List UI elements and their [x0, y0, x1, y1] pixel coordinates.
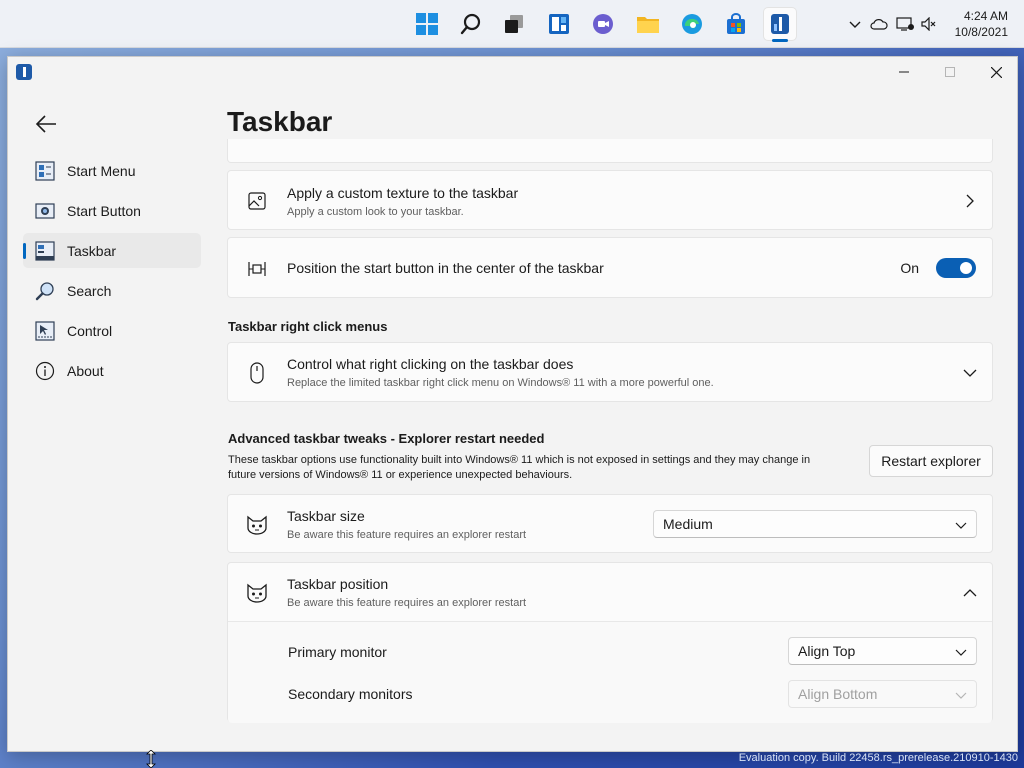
chevron-down-icon: [955, 522, 967, 529]
taskbar-size-title: Taskbar size: [287, 508, 365, 524]
network-icon[interactable]: [895, 14, 915, 34]
center-start-button-title: Position the start button in the center …: [287, 260, 604, 276]
close-icon: [990, 66, 1002, 78]
taskbar-position-title: Taskbar position: [287, 576, 389, 592]
active-app-indicator: [772, 39, 788, 42]
taskbar-icon: [35, 240, 55, 261]
right-click-section-header: Taskbar right click menus: [228, 319, 388, 334]
windows-logo-icon[interactable]: [411, 8, 443, 40]
search-icon[interactable]: [455, 8, 487, 40]
taskbar-position-subtitle: Be aware this feature requires an explor…: [287, 597, 527, 609]
maximize-icon: [945, 67, 955, 77]
cat-icon: [246, 514, 268, 536]
primary-monitor-value: Align Top: [798, 643, 856, 659]
back-arrow-icon: [35, 115, 56, 133]
restart-explorer-button[interactable]: Restart explorer: [869, 445, 993, 477]
title-bar[interactable]: [8, 57, 1017, 87]
texture-card-subtitle: Apply a custom look to your taskbar.: [287, 206, 464, 218]
clock[interactable]: 4:24 AM 10/8/2021: [955, 8, 1008, 40]
image-icon: [246, 190, 268, 212]
resize-cursor-icon: [146, 750, 156, 768]
advanced-section-header: Advanced taskbar tweaks - Explorer resta…: [228, 431, 545, 446]
start11-app-icon[interactable]: [764, 8, 796, 42]
minimize-button[interactable]: [881, 57, 927, 87]
taskbar-size-subtitle: Be aware this feature requires an explor…: [287, 529, 527, 541]
chevron-up-icon[interactable]: [845, 14, 865, 34]
nav-item-start-button[interactable]: Start Button: [23, 193, 201, 228]
taskbar-size-card: Taskbar size Be aware this feature requi…: [227, 494, 993, 553]
nav-item-about[interactable]: About: [23, 353, 201, 388]
maximize-button[interactable]: [927, 57, 973, 87]
taskbar-position-card: Taskbar position Be aware this feature r…: [227, 562, 993, 723]
right-click-card-subtitle: Replace the limited taskbar right click …: [287, 377, 714, 389]
search-icon: [35, 281, 55, 301]
nav-item-start-menu[interactable]: Start Menu: [23, 153, 201, 188]
primary-monitor-dropdown[interactable]: Align Top: [788, 637, 977, 665]
onedrive-cloud-icon[interactable]: [869, 14, 889, 34]
start11-settings-window: Start Menu Start Button Taskbar Search C…: [7, 56, 1018, 752]
cat-icon: [246, 582, 268, 604]
clock-time: 4:24 AM: [963, 9, 1008, 23]
info-icon: [35, 361, 55, 381]
nav-label-taskbar: Taskbar: [67, 242, 117, 259]
start11-app-icon: [16, 64, 32, 80]
evaluation-watermark: Evaluation copy. Build 22458.rs_prerelea…: [738, 752, 1018, 764]
taskbar-size-dropdown[interactable]: Medium: [653, 510, 977, 538]
edge-icon[interactable]: [676, 8, 708, 40]
store-icon[interactable]: [720, 8, 752, 40]
taskbar-position-header[interactable]: Taskbar position Be aware this feature r…: [228, 563, 992, 622]
texture-card[interactable]: Apply a custom texture to the taskbar Ap…: [227, 170, 993, 230]
taskbar-size-value: Medium: [663, 516, 713, 532]
page-title: Taskbar: [227, 106, 333, 137]
widgets-icon[interactable]: [543, 8, 575, 40]
chevron-right-icon: [962, 193, 978, 209]
taskbar: 4:24 AM 10/8/2021: [0, 0, 1024, 48]
secondary-monitors-dropdown[interactable]: Align Bottom: [788, 680, 977, 708]
chevron-up-icon: [962, 585, 978, 601]
folder-icon[interactable]: [632, 8, 664, 40]
texture-card-title: Apply a custom texture to the taskbar: [287, 185, 519, 201]
control-icon: [35, 320, 55, 341]
nav-label-control: Control: [67, 322, 113, 339]
task-view-icon[interactable]: [498, 8, 530, 40]
chevron-down-icon: [955, 692, 967, 699]
nav-item-search[interactable]: Search: [23, 273, 201, 308]
back-button[interactable]: [30, 112, 62, 136]
taskbar-position-expanded-panel: Primary monitor Align Top Secondary moni…: [228, 622, 992, 723]
sidebar-nav: Start Menu Start Button Taskbar Search C…: [23, 153, 201, 393]
clock-date: 10/8/2021: [954, 25, 1008, 39]
center-align-icon: [246, 258, 268, 280]
minimize-icon: [899, 71, 909, 73]
start-menu-icon: [35, 160, 55, 181]
right-click-card[interactable]: Control what right clicking on the taskb…: [227, 342, 993, 402]
secondary-monitors-label: Secondary monitors: [288, 686, 413, 702]
nav-label-start-menu: Start Menu: [67, 162, 136, 179]
mouse-icon: [246, 362, 268, 384]
teams-chat-icon[interactable]: [587, 8, 619, 40]
primary-monitor-label: Primary monitor: [288, 644, 387, 660]
toggle-state-label: On: [900, 260, 919, 276]
nav-label-about: About: [67, 362, 104, 379]
close-button[interactable]: [973, 57, 1017, 87]
center-start-button-toggle[interactable]: [936, 258, 976, 278]
right-click-card-title: Control what right clicking on the taskb…: [287, 356, 574, 372]
center-start-button-card: Position the start button in the center …: [227, 237, 993, 298]
nav-label-search: Search: [67, 282, 112, 299]
advanced-section-description: These taskbar options use functionality …: [228, 454, 811, 481]
settings-card-clipped: [227, 139, 993, 163]
nav-item-control[interactable]: Control: [23, 313, 201, 348]
chevron-down-icon: [955, 649, 967, 656]
chevron-down-icon: [962, 365, 978, 381]
nav-item-taskbar[interactable]: Taskbar: [23, 233, 201, 268]
volume-muted-icon[interactable]: [919, 14, 939, 34]
nav-label-start-button: Start Button: [67, 202, 141, 219]
secondary-monitors-value: Align Bottom: [798, 686, 878, 702]
start-button-icon: [35, 201, 55, 221]
